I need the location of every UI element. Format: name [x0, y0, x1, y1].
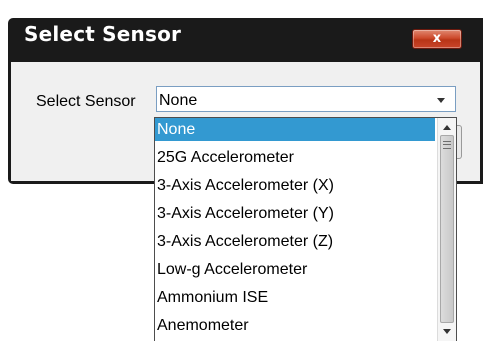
dropdown-option[interactable]: 3-Axis Accelerometer (Y): [155, 202, 435, 225]
dropdown-option[interactable]: 25G Accelerometer: [155, 146, 435, 169]
dialog-title: Select Sensor: [24, 22, 182, 46]
grip-icon: [443, 141, 451, 149]
scrollbar-thumb[interactable]: [440, 135, 454, 323]
close-icon: x: [432, 31, 442, 46]
sensor-label: Select Sensor: [36, 93, 136, 110]
scroll-down-icon[interactable]: [443, 329, 451, 334]
sensor-select-value: None: [159, 92, 198, 109]
sensor-dropdown-list[interactable]: None 25G Accelerometer 3-Axis Accelerome…: [154, 117, 457, 341]
dropdown-scrollbar[interactable]: [437, 118, 456, 341]
dropdown-option[interactable]: None: [155, 118, 435, 141]
dropdown-option[interactable]: Anemometer: [155, 314, 435, 337]
dropdown-option[interactable]: 3-Axis Accelerometer (Z): [155, 230, 435, 253]
chevron-down-icon[interactable]: [437, 98, 445, 103]
dropdown-option[interactable]: Ammonium ISE: [155, 286, 435, 309]
dropdown-option[interactable]: Low-g Accelerometer: [155, 258, 435, 281]
dropdown-option[interactable]: 3-Axis Accelerometer (X): [155, 174, 435, 197]
sensor-select[interactable]: None: [156, 86, 456, 112]
close-button[interactable]: x: [412, 29, 462, 49]
obscured-button-edge: [457, 125, 462, 159]
scroll-up-icon[interactable]: [443, 125, 451, 130]
